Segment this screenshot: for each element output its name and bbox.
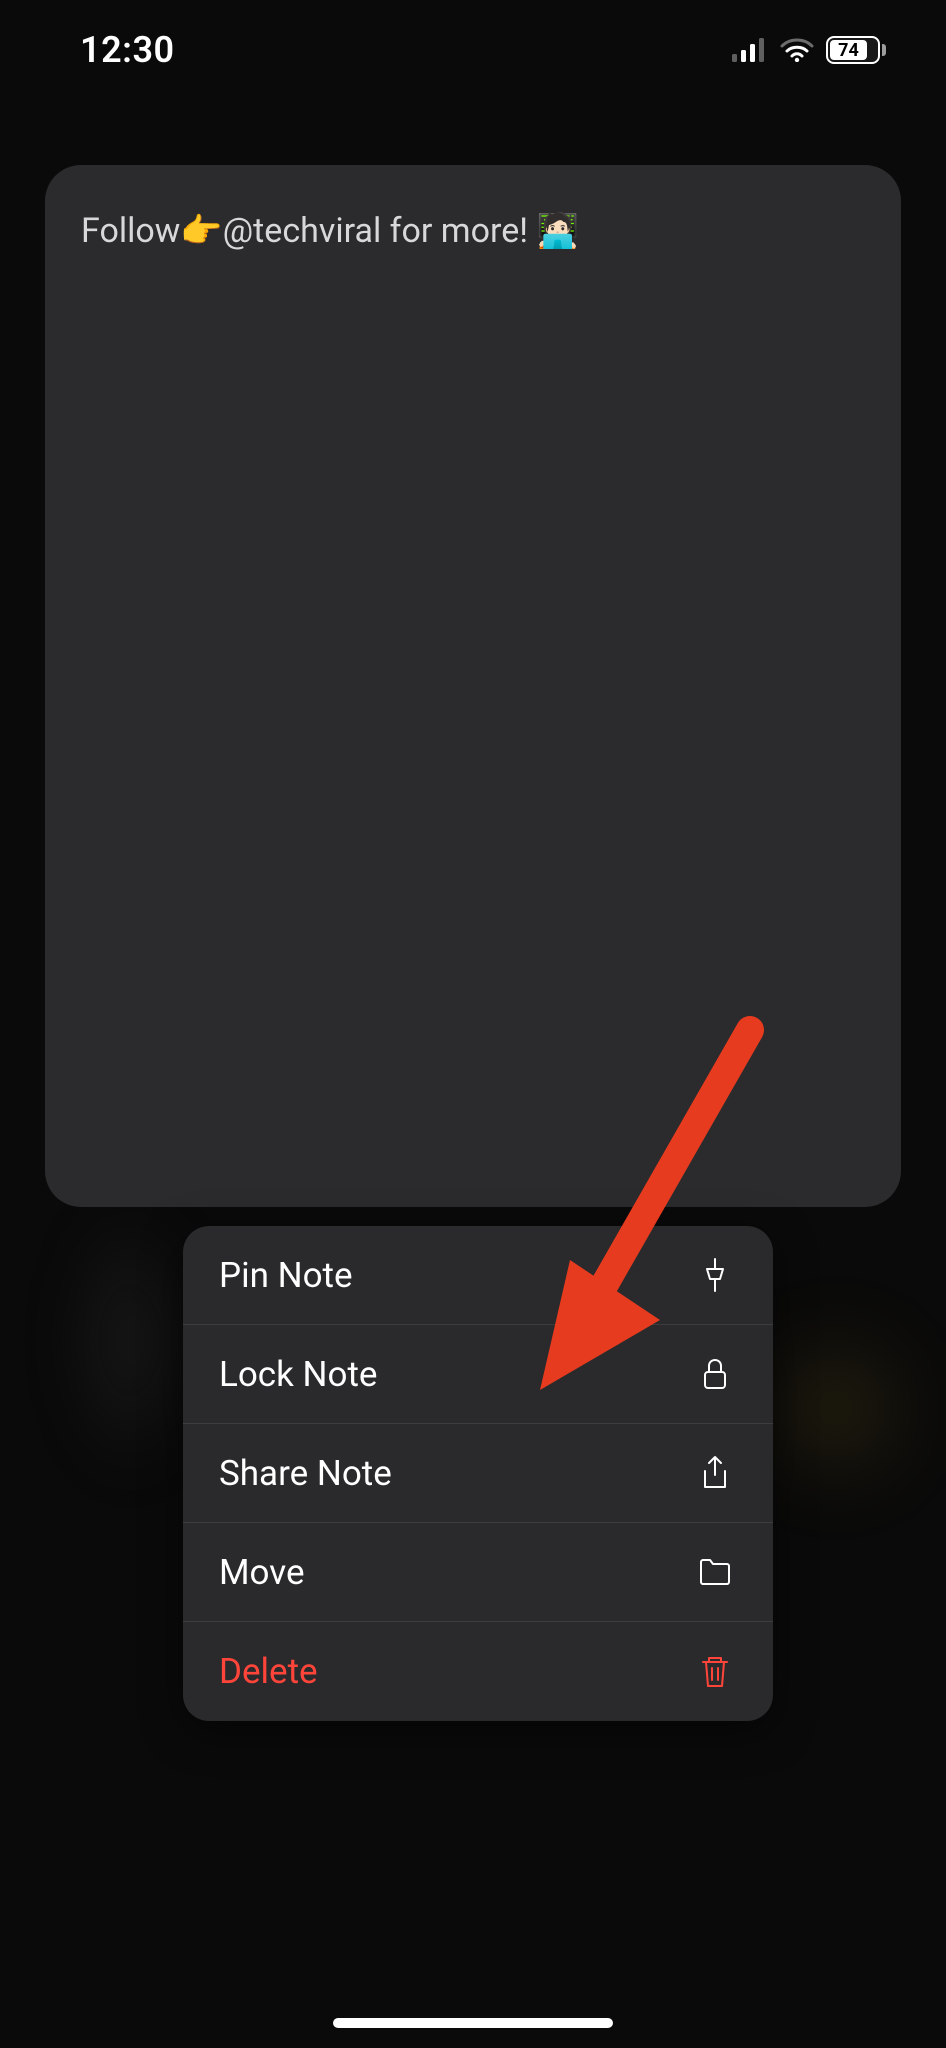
menu-item-label: Lock Note — [219, 1354, 378, 1395]
menu-item-label: Move — [219, 1552, 305, 1593]
bg-glow — [756, 1328, 916, 1488]
menu-item-pin-note[interactable]: Pin Note — [183, 1226, 773, 1325]
lock-icon — [695, 1354, 735, 1394]
menu-item-delete[interactable]: Delete — [183, 1622, 773, 1721]
battery-percent: 74 — [838, 40, 859, 61]
note-preview-card[interactable]: Follow👉@techviral for more! 🧑🏻‍💻 — [45, 165, 901, 1207]
menu-item-label: Pin Note — [219, 1255, 353, 1296]
wifi-icon — [780, 38, 814, 62]
share-icon — [695, 1453, 735, 1493]
bg-glow — [70, 1200, 190, 1480]
folder-icon — [695, 1552, 735, 1592]
battery-indicator: 74 — [826, 36, 886, 64]
status-time: 12:30 — [80, 29, 175, 71]
trash-icon — [695, 1652, 735, 1692]
pin-icon — [695, 1255, 735, 1295]
note-content-text: Follow👉@techviral for more! 🧑🏻‍💻 — [81, 209, 865, 253]
home-indicator[interactable] — [333, 2018, 613, 2028]
cellular-signal-icon — [732, 38, 768, 62]
menu-item-share-note[interactable]: Share Note — [183, 1424, 773, 1523]
status-right-cluster: 74 — [732, 36, 886, 64]
menu-item-label: Share Note — [219, 1453, 392, 1494]
menu-item-label: Delete — [219, 1651, 318, 1692]
menu-item-move[interactable]: Move — [183, 1523, 773, 1622]
context-menu: Pin Note Lock Note Share Note Move Delete — [183, 1226, 773, 1721]
status-bar: 12:30 74 — [0, 0, 946, 100]
menu-item-lock-note[interactable]: Lock Note — [183, 1325, 773, 1424]
